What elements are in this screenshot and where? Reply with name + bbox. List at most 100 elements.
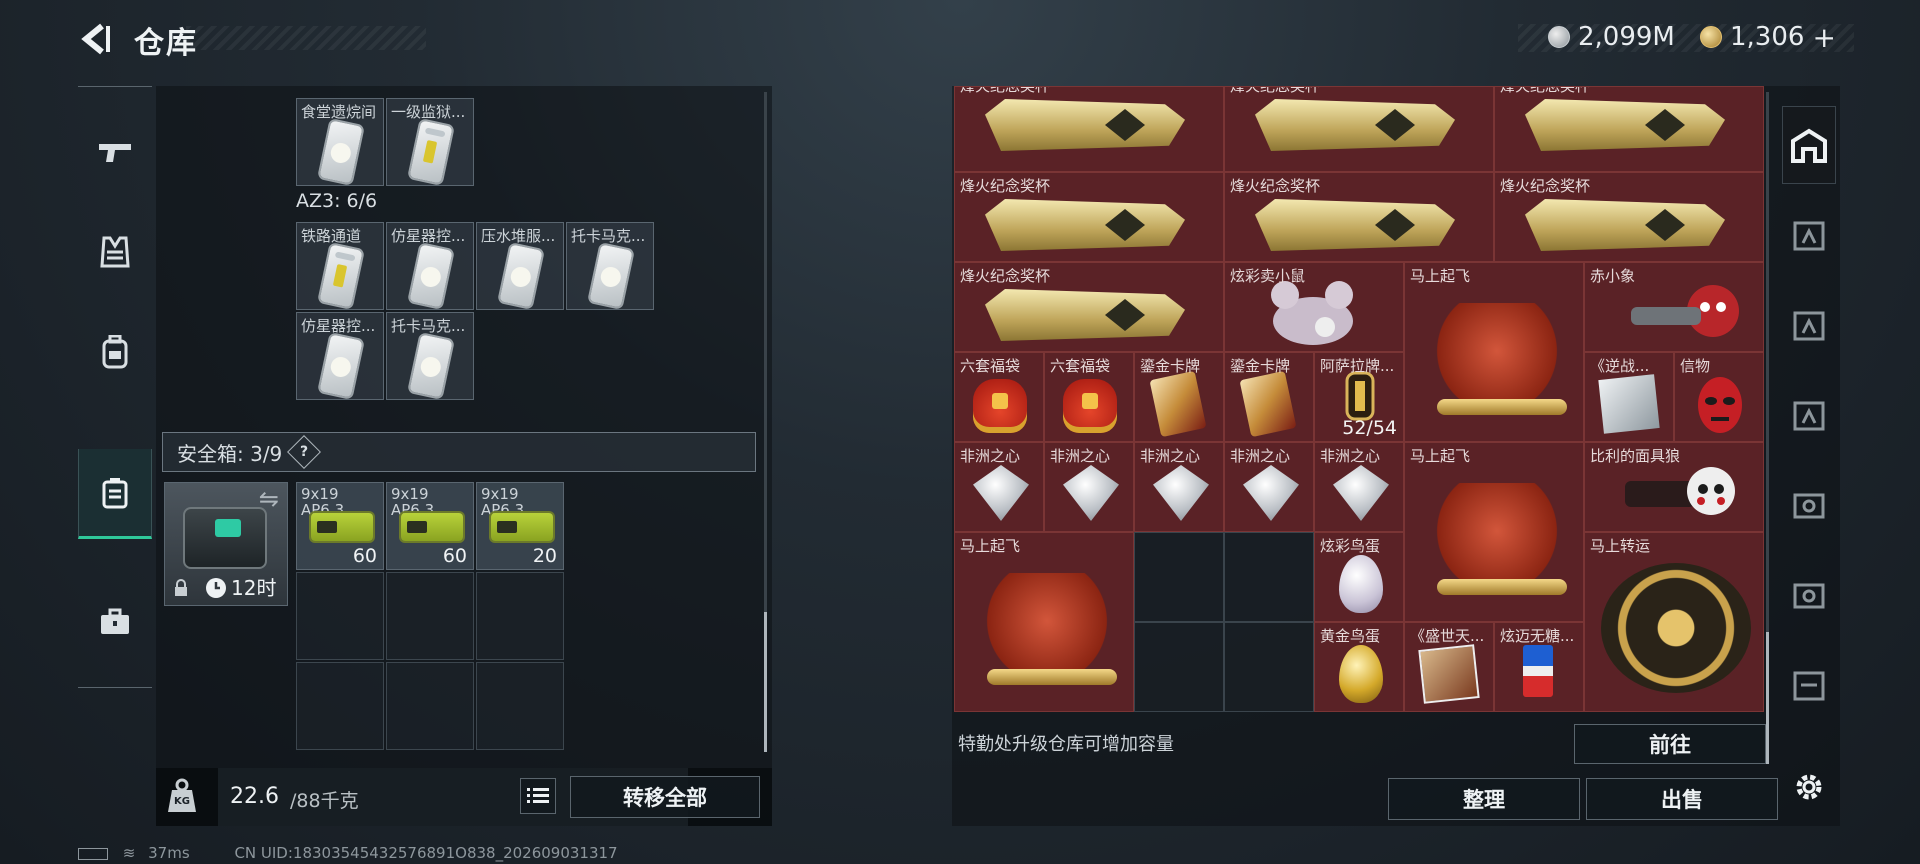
ammo-slot[interactable]: 9x19 AP6.3 60 <box>296 482 384 570</box>
back-button[interactable] <box>78 22 112 56</box>
tab-warehouse-all[interactable] <box>1782 106 1836 184</box>
list-view-button[interactable] <box>520 778 556 814</box>
empty-slot[interactable] <box>1224 532 1314 622</box>
lucky-wheel-item[interactable]: 马上转运 <box>1584 532 1764 712</box>
safebox-slot[interactable]: ⇋ 12时 <box>164 482 288 606</box>
lucky-bag-item[interactable]: 六套福袋 <box>1044 352 1134 442</box>
scroll-thumb[interactable] <box>1766 632 1769 764</box>
trophy-item[interactable]: 烽火纪念奖杯 <box>1494 86 1764 172</box>
extension-box-icon <box>1793 671 1825 701</box>
token-item[interactable]: 信物 <box>1674 352 1764 442</box>
gold-card-icon <box>1149 370 1207 438</box>
keycard-icon <box>319 244 363 308</box>
nav-backpack[interactable] <box>78 307 152 397</box>
settings-button[interactable] <box>1782 748 1836 826</box>
diamond-icon <box>1063 465 1119 521</box>
empty-slot[interactable] <box>1134 622 1224 712</box>
keycard-icon <box>499 244 543 308</box>
nav-case[interactable] <box>78 577 152 667</box>
asara-card-item[interactable]: 阿萨拉牌... 52/54 <box>1314 352 1404 442</box>
trophy-icon <box>1525 199 1725 251</box>
weight-icon: KG <box>166 778 198 816</box>
trophy-item[interactable]: 烽火纪念奖杯 <box>1224 172 1494 262</box>
safebox-timer: 12时 <box>231 576 277 600</box>
lock-icon <box>175 579 187 596</box>
silver-coin-icon <box>1548 26 1570 48</box>
empty-slot[interactable] <box>476 572 564 660</box>
empty-slot[interactable] <box>386 572 474 660</box>
warehouse-tabs <box>1778 86 1840 826</box>
keycard-slot[interactable]: 仿星器控... <box>296 312 384 400</box>
trophy-item[interactable]: 烽火纪念奖杯 <box>954 262 1224 352</box>
elephant-figure-icon <box>1631 285 1739 337</box>
diamond-item[interactable]: 非洲之心 <box>1314 442 1404 532</box>
keycard-slot[interactable]: 铁路通道 <box>296 222 384 310</box>
empty-slot[interactable] <box>386 662 474 750</box>
gold-card-item[interactable]: 鎏金卡牌 <box>1134 352 1224 442</box>
keycard-slot[interactable]: 仿星器控... <box>386 222 474 310</box>
gold-card-item[interactable]: 鎏金卡牌 <box>1224 352 1314 442</box>
ammo-slot[interactable]: 9x19 AP6.3 20 <box>476 482 564 570</box>
lucky-wheel-icon <box>1601 563 1751 693</box>
tab-extension-g[interactable] <box>1782 286 1836 364</box>
ammo-slot[interactable]: 9x19 AP6.3 60 <box>386 482 474 570</box>
keycard-slot[interactable]: 食堂遗烷间 <box>296 98 384 186</box>
gold-currency[interactable]: 1,306 + <box>1700 18 1836 56</box>
tab-extension-iv[interactable] <box>1782 196 1836 274</box>
swap-icon[interactable]: ⇋ <box>259 485 279 513</box>
empty-slot[interactable] <box>296 572 384 660</box>
elephant-item[interactable]: 赤小象 <box>1584 262 1764 352</box>
sell-button[interactable]: 出售 <box>1586 778 1778 820</box>
war-card-item[interactable]: 《逆战... <box>1584 352 1674 442</box>
trophy-item[interactable]: 烽火纪念奖杯 <box>954 172 1224 262</box>
add-gold-button[interactable]: + <box>1812 21 1835 54</box>
transfer-all-button[interactable]: 转移全部 <box>570 776 760 818</box>
trophy-icon <box>985 99 1185 151</box>
empty-slot[interactable] <box>476 662 564 750</box>
candy-item[interactable]: 炫迈无糖... <box>1494 622 1584 712</box>
keycard-slot[interactable]: 托卡马克... <box>386 312 474 400</box>
sort-button[interactable]: 整理 <box>1388 778 1580 820</box>
weight-max: /88千克 <box>290 790 359 812</box>
color-egg-item[interactable]: 炫彩鸟蛋 <box>1314 532 1404 622</box>
keycard-icon <box>409 244 453 308</box>
horse-item[interactable]: 马上起飞 <box>1404 262 1584 442</box>
right-scrollbar[interactable] <box>1766 92 1769 764</box>
keycard-icon <box>409 120 453 184</box>
empty-slot[interactable] <box>1224 622 1314 712</box>
goto-button[interactable]: 前往 <box>1574 724 1766 764</box>
gold-egg-item[interactable]: 黄金鸟蛋 <box>1314 622 1404 712</box>
diamond-item[interactable]: 非洲之心 <box>954 442 1044 532</box>
trophy-item[interactable]: 烽火纪念奖杯 <box>1494 172 1764 262</box>
trophy-item[interactable]: 烽火纪念奖杯 <box>954 86 1224 172</box>
tab-extension-iv-2[interactable] <box>1782 376 1836 454</box>
backpack-icon <box>102 335 128 369</box>
keycard-slot[interactable]: 一级监狱... <box>386 98 474 186</box>
diamond-item[interactable]: 非洲之心 <box>1224 442 1314 532</box>
diamond-item[interactable]: 非洲之心 <box>1134 442 1224 532</box>
horse-item[interactable]: 马上起飞 <box>1404 442 1584 622</box>
billy-mask-item[interactable]: 比利的面具狼 <box>1584 442 1764 532</box>
shengshi-card-item[interactable]: 《盛世天... <box>1404 622 1494 712</box>
trophy-item[interactable]: 烽火纪念奖杯 <box>1224 86 1494 172</box>
tab-extension-v[interactable] <box>1782 466 1836 544</box>
nav-armor[interactable] <box>78 207 152 297</box>
help-button[interactable]: ? <box>287 435 322 469</box>
nav-safe-container[interactable] <box>78 449 152 539</box>
diamond-item[interactable]: 非洲之心 <box>1044 442 1134 532</box>
mouse-item[interactable]: 炫彩卖小鼠 <box>1224 262 1404 352</box>
keycard-slot[interactable]: 托卡马克... <box>566 222 654 310</box>
nav-weapons[interactable] <box>78 107 152 197</box>
empty-slot[interactable] <box>1134 532 1224 622</box>
lucky-bag-item[interactable]: 六套福袋 <box>954 352 1044 442</box>
scroll-thumb[interactable] <box>764 612 767 752</box>
keycard-icon <box>319 120 363 184</box>
tab-extension-v-2[interactable] <box>1782 556 1836 634</box>
vest-icon <box>100 236 130 268</box>
left-scrollbar[interactable] <box>764 92 767 752</box>
horse-item[interactable]: 马上起飞 <box>954 532 1134 712</box>
ammo-box-icon <box>311 513 373 541</box>
tab-extension-iv-3[interactable] <box>1782 646 1836 724</box>
keycard-slot[interactable]: 压水堆服... <box>476 222 564 310</box>
empty-slot[interactable] <box>296 662 384 750</box>
